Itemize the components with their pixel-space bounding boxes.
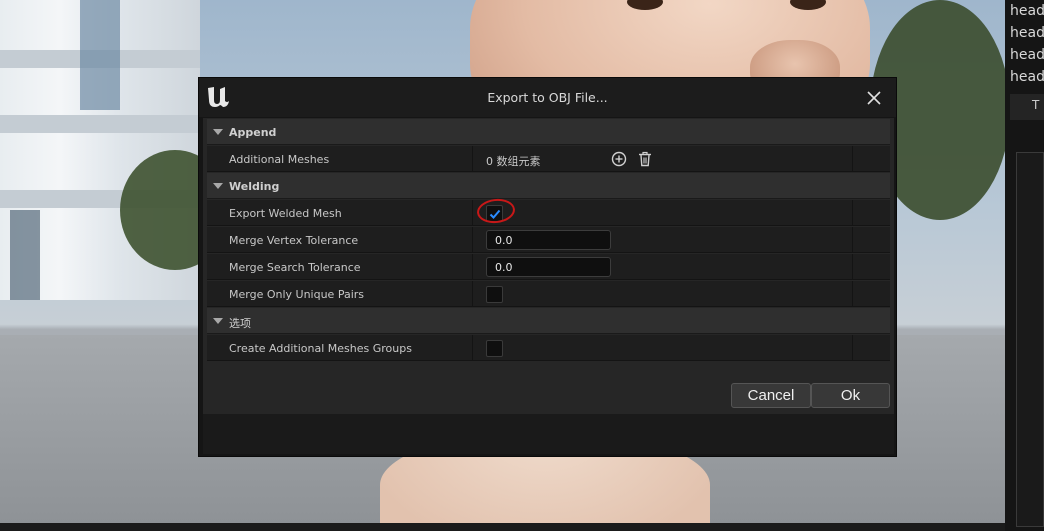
dialog-titlebar[interactable]: Export to OBJ File...	[199, 78, 896, 117]
details-view: Append Additional Meshes 0 数组元素 Welding …	[203, 118, 894, 414]
red-circle-annotation	[475, 197, 517, 225]
chevron-down-icon	[213, 183, 223, 189]
reset-column	[852, 254, 890, 280]
property-label: Merge Vertex Tolerance	[229, 234, 359, 247]
merge-vertex-tolerance-input[interactable]: 0.0	[486, 230, 611, 250]
property-label: Merge Only Unique Pairs	[229, 288, 365, 301]
viewport-bottom-bar	[0, 523, 1005, 531]
outliner-item[interactable]: head	[1010, 22, 1044, 44]
property-row-merge-only-unique-pairs: Merge Only Unique Pairs	[207, 281, 890, 307]
dialog-footer	[203, 414, 894, 454]
property-label: Create Additional Meshes Groups	[229, 342, 412, 355]
details-tab-label: T	[1032, 98, 1040, 112]
property-row-merge-vertex-tolerance: Merge Vertex Tolerance 0.0	[207, 227, 890, 253]
category-options[interactable]: 选项	[207, 308, 890, 334]
property-row-merge-search-tolerance: Merge Search Tolerance 0.0	[207, 254, 890, 280]
property-row-export-welded-mesh: Export Welded Mesh	[207, 197, 890, 226]
property-label: Merge Search Tolerance	[229, 261, 361, 274]
outliner-item[interactable]: head	[1010, 0, 1044, 22]
property-row-create-additional-meshes-groups: Create Additional Meshes Groups	[207, 335, 890, 361]
details-tab[interactable]: T	[1010, 94, 1044, 120]
details-panel	[1016, 152, 1044, 527]
category-append[interactable]: Append	[207, 119, 890, 145]
outliner-list: head head head head	[1010, 0, 1044, 88]
category-label: Welding	[229, 180, 280, 193]
reset-column	[852, 200, 890, 226]
cancel-button[interactable]: Cancel	[731, 383, 811, 408]
reset-column	[852, 335, 890, 361]
add-element-icon[interactable]	[611, 151, 627, 167]
reset-column	[852, 227, 890, 253]
property-row-additional-meshes: Additional Meshes 0 数组元素	[207, 146, 890, 172]
property-label: Export Welded Mesh	[229, 207, 342, 220]
reset-column	[852, 146, 890, 172]
merge-only-unique-pairs-checkbox[interactable]	[486, 286, 503, 303]
reset-column	[852, 281, 890, 307]
chevron-down-icon	[213, 318, 223, 324]
chevron-down-icon	[213, 129, 223, 135]
merge-search-tolerance-input[interactable]: 0.0	[486, 257, 611, 277]
category-label: 选项	[229, 317, 251, 330]
outliner-item[interactable]: head	[1010, 66, 1044, 88]
category-label: Append	[229, 126, 277, 139]
dialog-title: Export to OBJ File...	[487, 90, 608, 105]
trash-icon[interactable]	[637, 151, 653, 167]
property-label: Additional Meshes	[229, 153, 330, 166]
category-welding[interactable]: Welding	[207, 173, 890, 199]
outliner-item[interactable]: head	[1010, 44, 1044, 66]
ok-button[interactable]: Ok	[811, 383, 890, 408]
array-count-text: 0 数组元素	[486, 155, 541, 168]
export-obj-dialog: Export to OBJ File... Append Additional …	[198, 77, 897, 457]
close-icon[interactable]	[863, 87, 885, 109]
create-additional-meshes-groups-checkbox[interactable]	[486, 340, 503, 357]
